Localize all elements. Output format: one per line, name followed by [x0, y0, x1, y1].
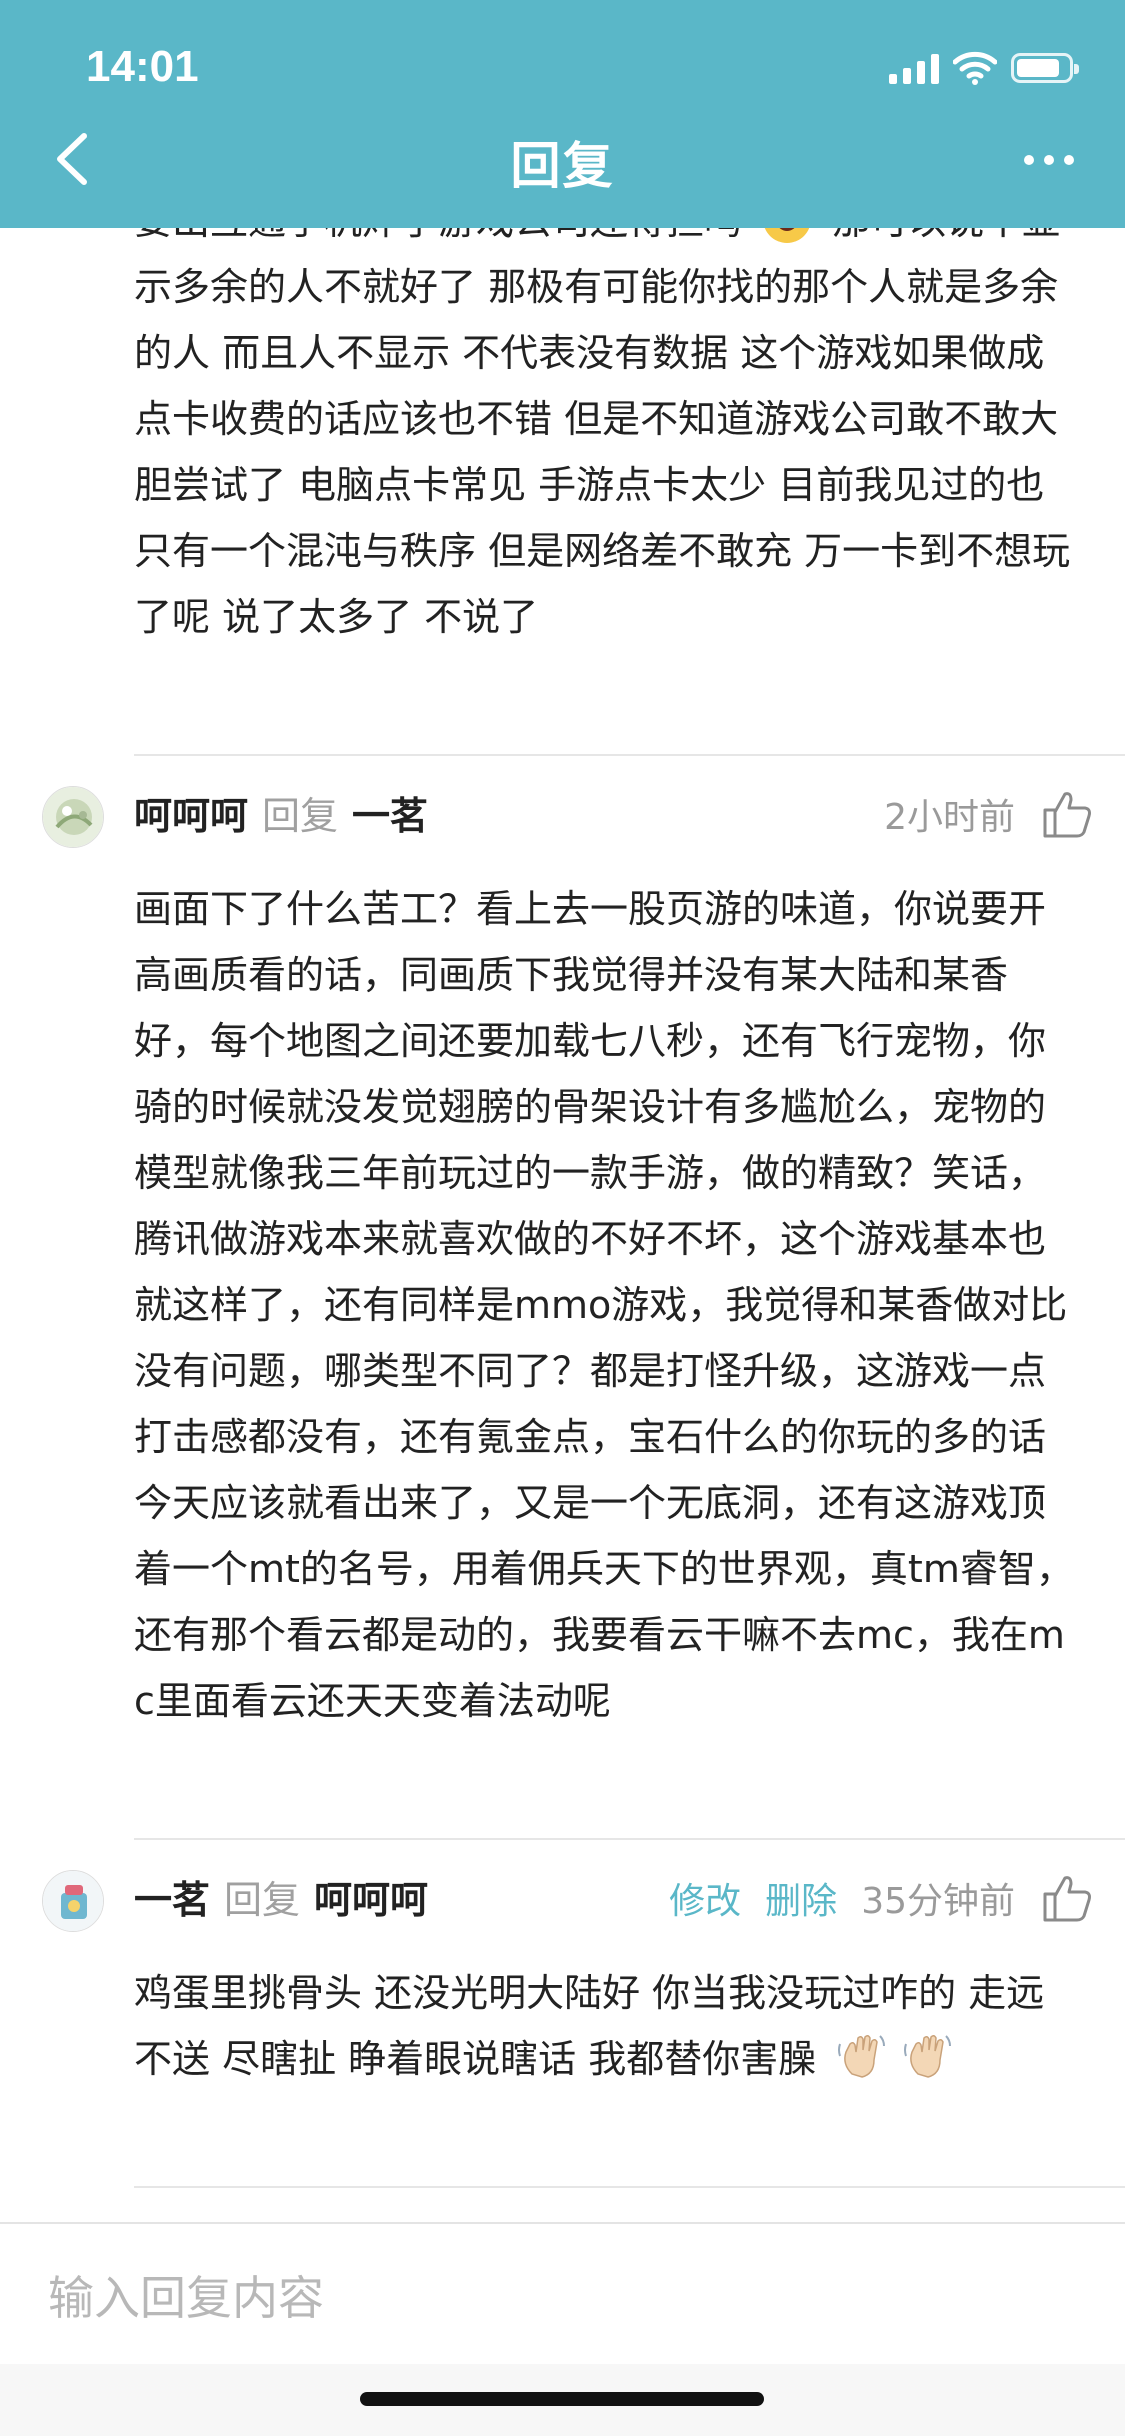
- more-button[interactable]: [1009, 140, 1089, 180]
- avatar[interactable]: [42, 1870, 104, 1932]
- comment-text: 鸡蛋里挑骨头 还没光明大陆好 你当我没玩过咋的 走远不送 尽瞎扯 睁着眼说瞎话 …: [134, 1960, 1080, 2092]
- comment-text: 画面下了什么苦工？看上去一股页游的味道，你说要开高画质看的话，同画质下我觉得并没…: [134, 887, 1074, 1723]
- original-comment-text: 要出互通手机炸了游戏公司还得担吗 那可以说不显示多余的人不就好了 那极有可能你找…: [134, 188, 1080, 650]
- reply-to-name[interactable]: 呵呵呵: [314, 1878, 428, 1922]
- reply-label: 回复: [224, 1878, 301, 1922]
- reply-to-name[interactable]: 一茗: [352, 794, 428, 838]
- comment-meta: 修改 删除 35分钟前: [669, 1870, 1095, 1926]
- reply-label: 回复: [262, 794, 339, 838]
- wifi-icon: [953, 51, 997, 85]
- avatar[interactable]: [42, 786, 104, 848]
- reply-input-placeholder: 输入回复内容: [48, 2271, 324, 2325]
- comment-meta: 2小时前: [884, 786, 1095, 842]
- comment-time: 35分钟前: [861, 1881, 1015, 1922]
- comment-header: 一茗 回复 呵呵呵 修改 删除 35分钟前: [0, 1870, 1125, 1960]
- status-time: 14:01: [86, 42, 199, 91]
- battery-level: [1017, 59, 1059, 77]
- waving-hand-emoji: [904, 2034, 952, 2078]
- divider: [134, 1838, 1125, 1840]
- thumbs-up-icon[interactable]: [1039, 1870, 1095, 1926]
- author-name[interactable]: 一茗: [134, 1878, 210, 1922]
- comment-names: 一茗 回复 呵呵呵: [134, 1874, 428, 1926]
- battery-icon: [1011, 53, 1079, 83]
- reply-input[interactable]: 输入回复内容: [0, 2224, 1125, 2364]
- comment-time: 2小时前: [884, 797, 1015, 838]
- comment-names: 呵呵呵 回复 一茗: [134, 790, 428, 842]
- delete-button[interactable]: 删除: [765, 1872, 837, 1924]
- home-indicator[interactable]: [360, 2392, 764, 2406]
- waving-hand-emoji: [838, 2034, 886, 2078]
- page-title: 回复: [510, 137, 615, 195]
- thumbs-up-icon[interactable]: [1039, 786, 1095, 842]
- more-dots-icon: [1024, 155, 1034, 165]
- status-icons: [889, 50, 1079, 86]
- author-name[interactable]: 呵呵呵: [134, 794, 248, 838]
- divider: [134, 2186, 1125, 2188]
- comment-header: 呵呵呵 回复 一茗 2小时前: [0, 786, 1125, 876]
- screen: 14:01 回复 要出互通手机炸了游戏: [0, 0, 1125, 2436]
- divider: [134, 754, 1125, 756]
- nav-header: 14:01 回复: [0, 0, 1125, 228]
- edit-button[interactable]: 修改: [669, 1872, 741, 1924]
- signal-icon: [889, 52, 939, 84]
